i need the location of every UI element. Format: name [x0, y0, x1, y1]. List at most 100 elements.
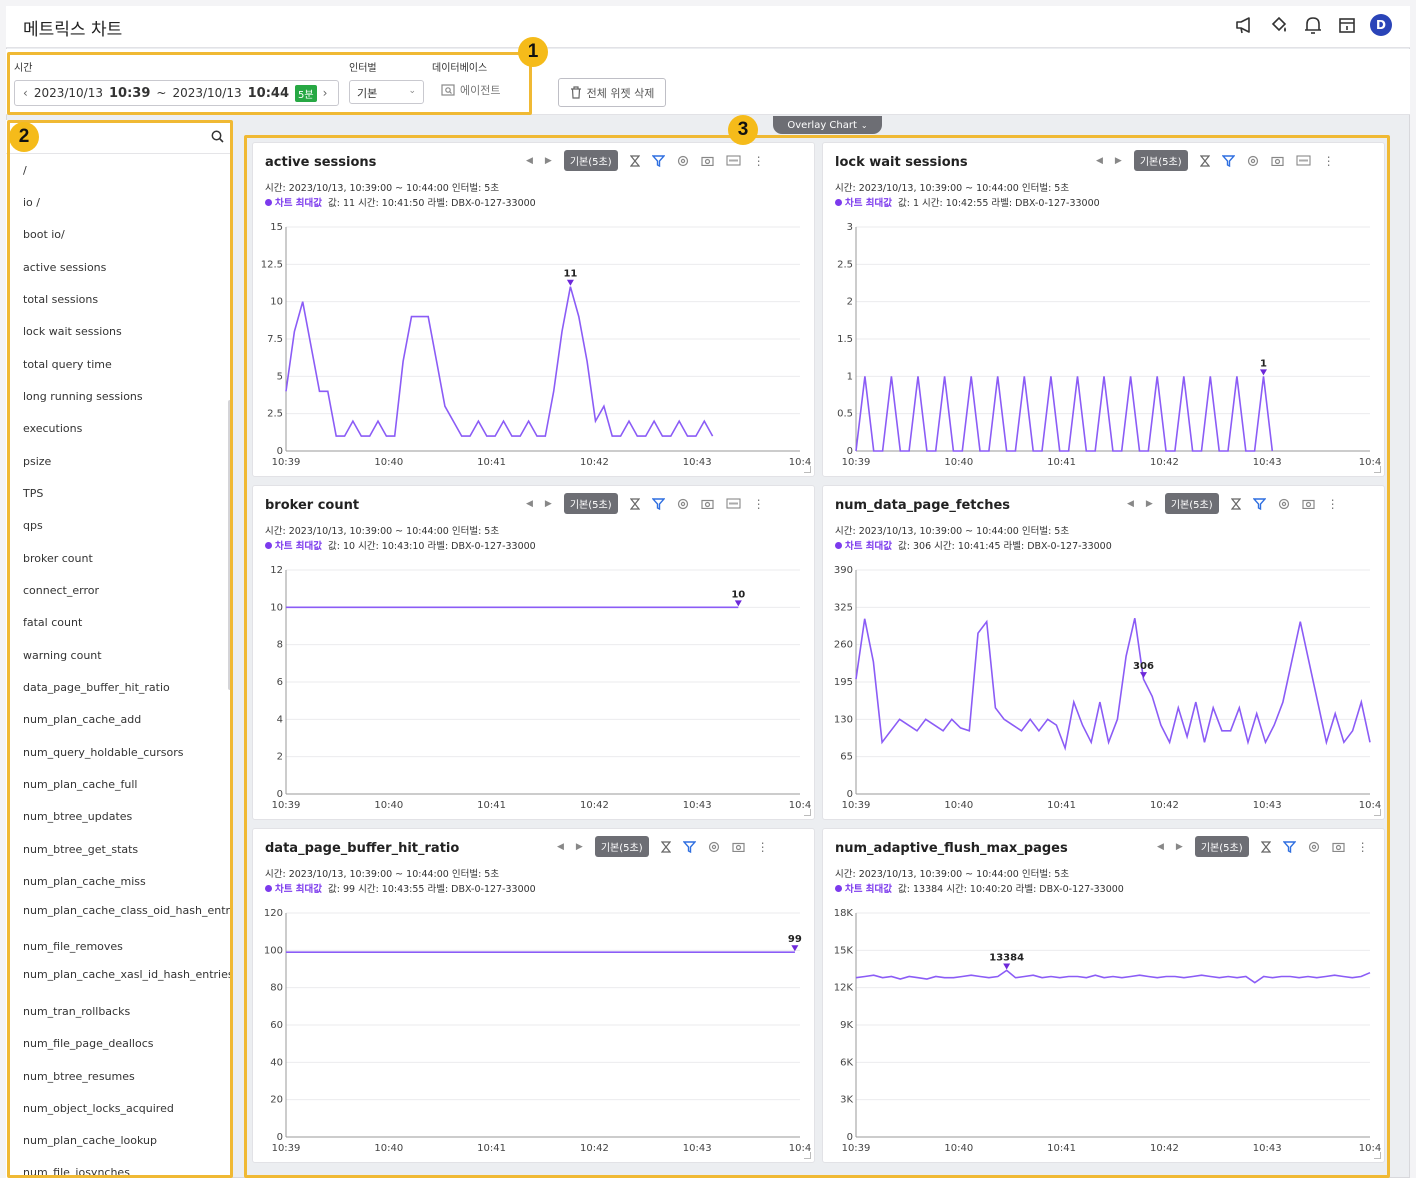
sidebar-item[interactable]: io /	[23, 197, 218, 208]
interval-pill[interactable]: 기본(5초)	[594, 836, 649, 857]
sidebar-item[interactable]: data_page_buffer_hit_ratio	[23, 682, 218, 693]
sidebar-scrollbar[interactable]	[228, 400, 232, 690]
prev-icon[interactable]: ◀	[1127, 499, 1134, 509]
next-icon[interactable]: ▶	[576, 842, 583, 852]
sidebar-item[interactable]: num_plan_cache_xasl_id_hash_entries	[23, 969, 232, 980]
megaphone-icon[interactable]	[1234, 14, 1256, 36]
sidebar-item[interactable]: connect_error	[23, 585, 218, 596]
bell-icon[interactable]	[1302, 14, 1324, 36]
next-icon[interactable]: ▶	[1146, 499, 1153, 509]
settings-icon[interactable]	[1278, 498, 1290, 510]
sidebar-item[interactable]: num_plan_cache_full	[23, 779, 218, 790]
interval-pill[interactable]: 기본(5초)	[563, 493, 618, 514]
sidebar-item[interactable]: num_tran_rollbacks	[23, 1006, 218, 1017]
prev-icon[interactable]: ◀	[1096, 156, 1103, 166]
filter-icon[interactable]	[651, 497, 665, 510]
interval-select[interactable]: 기본 ⌄	[349, 80, 424, 104]
camera-icon[interactable]	[701, 155, 714, 166]
next-icon[interactable]: ▶	[1115, 156, 1122, 166]
search-icon[interactable]	[211, 130, 224, 143]
settings-icon[interactable]	[677, 498, 689, 510]
prev-icon[interactable]: ◀	[526, 156, 533, 166]
metric-search-input[interactable]	[6, 120, 232, 154]
sidebar-item[interactable]: num_file_page_deallocs	[23, 1038, 218, 1049]
more-options-icon[interactable]: ⋮	[753, 154, 765, 168]
sidebar-item[interactable]: broker count	[23, 553, 218, 564]
avatar[interactable]: D	[1370, 14, 1392, 36]
chevron-left-icon[interactable]: ‹	[23, 86, 28, 100]
csv-icon[interactable]	[1296, 155, 1311, 166]
chevron-right-icon[interactable]: ›	[323, 86, 328, 100]
hourglass-icon[interactable]	[629, 154, 640, 167]
interval-pill[interactable]: 기본(5초)	[563, 150, 618, 171]
time-range-picker[interactable]: ‹ 2023/10/13 10:39 ~ 2023/10/13 10:44 5분…	[14, 80, 339, 106]
agent-button[interactable]: 에이전트	[441, 82, 500, 98]
sidebar-item[interactable]: psize	[23, 456, 218, 467]
sidebar-item[interactable]: num_btree_updates	[23, 811, 218, 822]
sidebar-item[interactable]: qps	[23, 520, 218, 531]
more-options-icon[interactable]: ⋮	[753, 497, 765, 511]
interval-pill[interactable]: 기본(5초)	[1164, 493, 1219, 514]
settings-icon[interactable]	[708, 841, 720, 853]
csv-icon[interactable]	[726, 155, 741, 166]
sidebar-item[interactable]: total sessions	[23, 294, 218, 305]
filter-icon[interactable]	[1282, 840, 1296, 853]
sidebar-item[interactable]: total query time	[23, 359, 218, 370]
sidebar-item[interactable]: boot io/	[23, 229, 218, 240]
filter-icon[interactable]	[651, 154, 665, 167]
sidebar-item[interactable]: long running sessions	[23, 391, 218, 402]
settings-icon[interactable]	[1308, 841, 1320, 853]
delete-all-widgets-button[interactable]: 전체 위젯 삭제	[558, 78, 666, 107]
interval-pill[interactable]: 기본(5초)	[1194, 836, 1249, 857]
camera-icon[interactable]	[1302, 498, 1315, 509]
interval-pill[interactable]: 기본(5초)	[1133, 150, 1188, 171]
sidebar-item[interactable]: num_btree_resumes	[23, 1071, 218, 1082]
filter-icon[interactable]	[1252, 497, 1266, 510]
sidebar-item[interactable]: active sessions	[23, 262, 218, 273]
calendar-icon[interactable]	[1336, 14, 1358, 36]
next-icon[interactable]: ▶	[1176, 842, 1183, 852]
next-icon[interactable]: ▶	[545, 499, 552, 509]
more-options-icon[interactable]: ⋮	[1357, 840, 1369, 854]
hourglass-icon[interactable]	[1260, 840, 1271, 853]
sidebar-item[interactable]: lock wait sessions	[23, 326, 218, 337]
filter-icon[interactable]	[1221, 154, 1235, 167]
filter-icon[interactable]	[682, 840, 696, 853]
sidebar-item[interactable]: num_plan_cache_lookup	[23, 1135, 218, 1146]
csv-icon[interactable]	[726, 498, 741, 509]
camera-icon[interactable]	[1271, 155, 1284, 166]
sidebar-item[interactable]: fatal count	[23, 617, 218, 628]
settings-icon[interactable]	[677, 155, 689, 167]
settings-icon[interactable]	[1247, 155, 1259, 167]
prev-icon[interactable]: ◀	[526, 499, 533, 509]
hourglass-icon[interactable]	[660, 840, 671, 853]
prev-icon[interactable]: ◀	[1157, 842, 1164, 852]
sidebar-item[interactable]: num_query_holdable_cursors	[23, 747, 218, 758]
sidebar-item[interactable]: num_object_locks_acquired	[23, 1103, 218, 1114]
next-icon[interactable]: ▶	[545, 156, 552, 166]
sidebar-item[interactable]: warning count	[23, 650, 218, 661]
camera-icon[interactable]	[701, 498, 714, 509]
sidebar-item[interactable]: num_btree_get_stats	[23, 844, 218, 855]
sidebar-item[interactable]: num_file_iosynches	[23, 1167, 218, 1178]
sidebar-item[interactable]: num_file_removes	[23, 941, 218, 952]
hourglass-icon[interactable]	[1199, 154, 1210, 167]
series-line[interactable]	[855, 969, 1371, 984]
camera-icon[interactable]	[732, 841, 745, 852]
sidebar-item[interactable]: executions	[23, 423, 218, 434]
hourglass-icon[interactable]	[629, 497, 640, 510]
sidebar-item[interactable]: /	[23, 165, 218, 176]
paint-bucket-icon[interactable]	[1268, 14, 1290, 36]
more-options-icon[interactable]: ⋮	[757, 840, 769, 854]
sidebar-item[interactable]: num_plan_cache_miss	[23, 876, 218, 887]
camera-icon[interactable]	[1332, 841, 1345, 852]
series-line[interactable]	[855, 618, 1371, 752]
hourglass-icon[interactable]	[1230, 497, 1241, 510]
sidebar-item[interactable]: TPS	[23, 488, 218, 499]
more-options-icon[interactable]: ⋮	[1327, 497, 1339, 511]
more-options-icon[interactable]: ⋮	[1323, 154, 1335, 168]
overlay-chart-tab[interactable]: Overlay Chart ⌄	[773, 116, 882, 134]
sidebar-item[interactable]: num_plan_cache_add	[23, 714, 218, 725]
sidebar-item[interactable]: num_plan_cache_class_oid_hash_entries	[23, 905, 232, 916]
prev-icon[interactable]: ◀	[557, 842, 564, 852]
